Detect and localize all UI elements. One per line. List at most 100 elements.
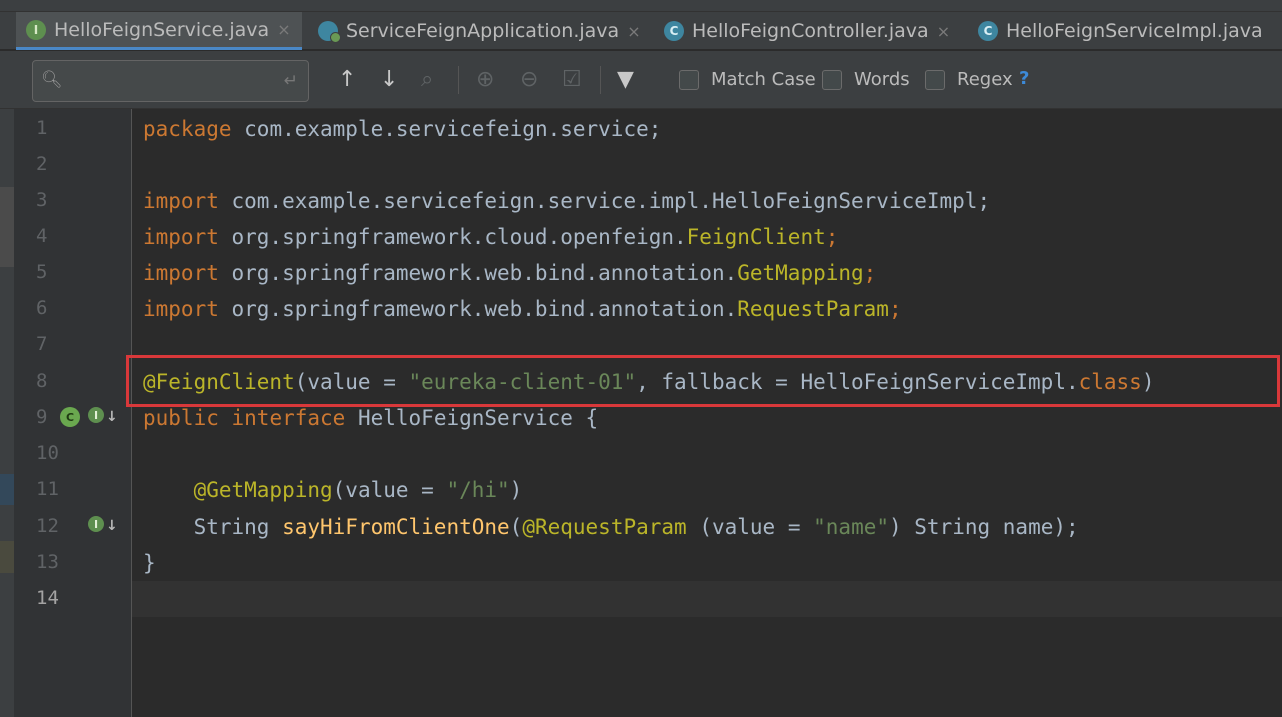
tab-hello-feign-service[interactable]: I HelloFeignService.java × — [16, 12, 302, 50]
newline-icon[interactable]: ↵ — [284, 71, 298, 91]
code-text: ) — [509, 478, 523, 502]
next-occurrence-icon[interactable]: ↓ — [380, 65, 398, 95]
filter-icon[interactable]: ▼ — [617, 65, 634, 95]
remove-occurrence-icon[interactable]: ⊖ — [520, 65, 538, 95]
code-line-4: import org.springframework.cloud.openfei… — [143, 219, 838, 255]
code-line-3: import com.example.servicefeign.service.… — [143, 183, 990, 219]
tab-service-feign-application[interactable]: ServiceFeignApplication.java × — [308, 12, 648, 50]
tab-label: HelloFeignServiceImpl.java — [1006, 20, 1263, 42]
keyword: import — [143, 225, 219, 249]
spring-bean-icon[interactable]: C — [60, 407, 80, 427]
code-text: } — [143, 551, 156, 575]
code-line-13: } — [143, 545, 156, 581]
match-case-label: Match Case — [711, 69, 816, 90]
code-line-12: String sayHiFromClientOne(@RequestParam … — [143, 509, 1079, 545]
keyword: interface — [231, 406, 346, 430]
imported-class: RequestParam — [737, 297, 889, 321]
close-icon[interactable]: × — [937, 22, 950, 41]
line-number: 6 — [36, 297, 48, 319]
search-icon[interactable]: 🔍︎ — [41, 70, 63, 90]
keyword: import — [143, 189, 219, 213]
strip-marker — [0, 541, 14, 573]
left-tool-strip — [0, 109, 14, 717]
semicolon: ; — [888, 297, 902, 321]
code-text: ( — [509, 515, 523, 539]
editor-tab-bar: I HelloFeignService.java × ServiceFeignA… — [0, 12, 1282, 50]
select-all-occurrences-icon[interactable]: ☑ — [562, 65, 582, 95]
keyword: package — [143, 117, 232, 141]
words-checkbox[interactable]: Words — [822, 69, 910, 90]
keyword: public — [143, 406, 219, 430]
strip-marker — [0, 187, 14, 267]
class-icon: C — [978, 21, 998, 41]
checkbox-box[interactable] — [679, 69, 699, 90]
toolbar-divider — [600, 66, 601, 94]
line-number: 14 — [36, 587, 59, 609]
find-bar: 🔍︎ ↵ ↑ ↓ ⌕ ⊕ ⊖ ☑ ▼ Match Case Words Rege… — [0, 51, 1282, 109]
keyword: import — [143, 297, 219, 321]
add-occurrence-icon[interactable]: ⊕ — [476, 65, 494, 95]
code-text: HelloFeignService { — [345, 406, 599, 430]
line-number: 8 — [36, 370, 48, 392]
match-case-checkbox[interactable]: Match Case — [679, 69, 816, 90]
tab-label: HelloFeignController.java — [692, 20, 929, 42]
checkbox-box[interactable] — [925, 69, 945, 90]
strip-marker — [0, 474, 14, 505]
search-box[interactable]: 🔍︎ ↵ — [32, 60, 309, 102]
tab-label: ServiceFeignApplication.java — [346, 20, 620, 42]
line-number: 11 — [36, 478, 59, 500]
checkbox-box[interactable] — [822, 69, 842, 90]
current-line-highlight — [132, 581, 1282, 617]
code-text: com.example.servicefeign.service.impl.He… — [218, 189, 991, 213]
highlight-box — [126, 355, 1280, 407]
regex-checkbox[interactable]: Regex — [925, 69, 1013, 90]
keyword: import — [143, 261, 219, 285]
toolbar-divider — [458, 66, 459, 94]
code-editor[interactable]: package com.example.servicefeign.service… — [132, 109, 1282, 717]
regex-help-link[interactable]: ? — [1019, 68, 1029, 89]
line-number: 10 — [36, 442, 59, 464]
close-icon[interactable]: × — [277, 20, 290, 39]
code-line-6: import org.springframework.web.bind.anno… — [143, 291, 902, 327]
line-number: 5 — [36, 261, 48, 283]
code-text: org.springframework.cloud.openfeign. — [218, 225, 687, 249]
tab-label: HelloFeignService.java — [54, 18, 270, 41]
code-text: com.example.servicefeign.service; — [231, 117, 662, 141]
code-text: ) String name); — [889, 515, 1079, 539]
regex-label: Regex — [957, 69, 1013, 90]
words-label: Words — [854, 69, 910, 90]
code-line-11: @GetMapping(value = "/hi") — [143, 472, 523, 508]
code-text: String — [193, 515, 283, 539]
down-arrow-icon[interactable]: ↓ — [106, 409, 118, 425]
line-number-gutter[interactable]: 1 2 3 4 5 6 7 8 9 10 11 12 13 14 C I ↓ I… — [14, 109, 149, 717]
string-literal: "name" — [813, 515, 889, 539]
down-arrow-icon[interactable]: ↓ — [106, 518, 118, 534]
implemented-method-icon[interactable]: I — [88, 516, 104, 532]
semicolon: ; — [863, 261, 877, 285]
string-literal: "/hi" — [446, 478, 510, 502]
line-number: 4 — [36, 225, 48, 247]
previous-occurrence-icon[interactable]: ↑ — [338, 65, 356, 95]
code-text: (value = — [686, 515, 814, 539]
imported-class: FeignClient — [686, 225, 826, 249]
window-top-strip — [0, 0, 1282, 12]
annotation: @GetMapping — [193, 478, 333, 502]
implemented-interface-icon[interactable]: I — [88, 407, 104, 423]
line-number: 2 — [36, 153, 48, 175]
line-number: 1 — [36, 117, 48, 139]
code-line-1: package com.example.servicefeign.service… — [143, 111, 661, 147]
interface-icon: I — [26, 19, 46, 40]
annotation: @RequestParam — [522, 515, 687, 539]
semicolon: ; — [825, 225, 839, 249]
line-number: 12 — [36, 515, 59, 537]
search-input[interactable] — [67, 67, 267, 95]
code-text: (value = — [332, 478, 447, 502]
tab-hello-feign-controller[interactable]: C HelloFeignController.java × — [654, 12, 960, 50]
close-icon[interactable]: × — [627, 22, 640, 41]
code-text: org.springframework.web.bind.annotation. — [218, 297, 738, 321]
imported-class: GetMapping — [737, 261, 864, 285]
find-all-icon[interactable]: ⌕ — [421, 65, 433, 95]
line-number: 3 — [36, 189, 48, 211]
class-icon: C — [664, 21, 684, 41]
tab-hello-feign-service-impl[interactable]: C HelloFeignServiceImpl.java — [968, 12, 1282, 50]
